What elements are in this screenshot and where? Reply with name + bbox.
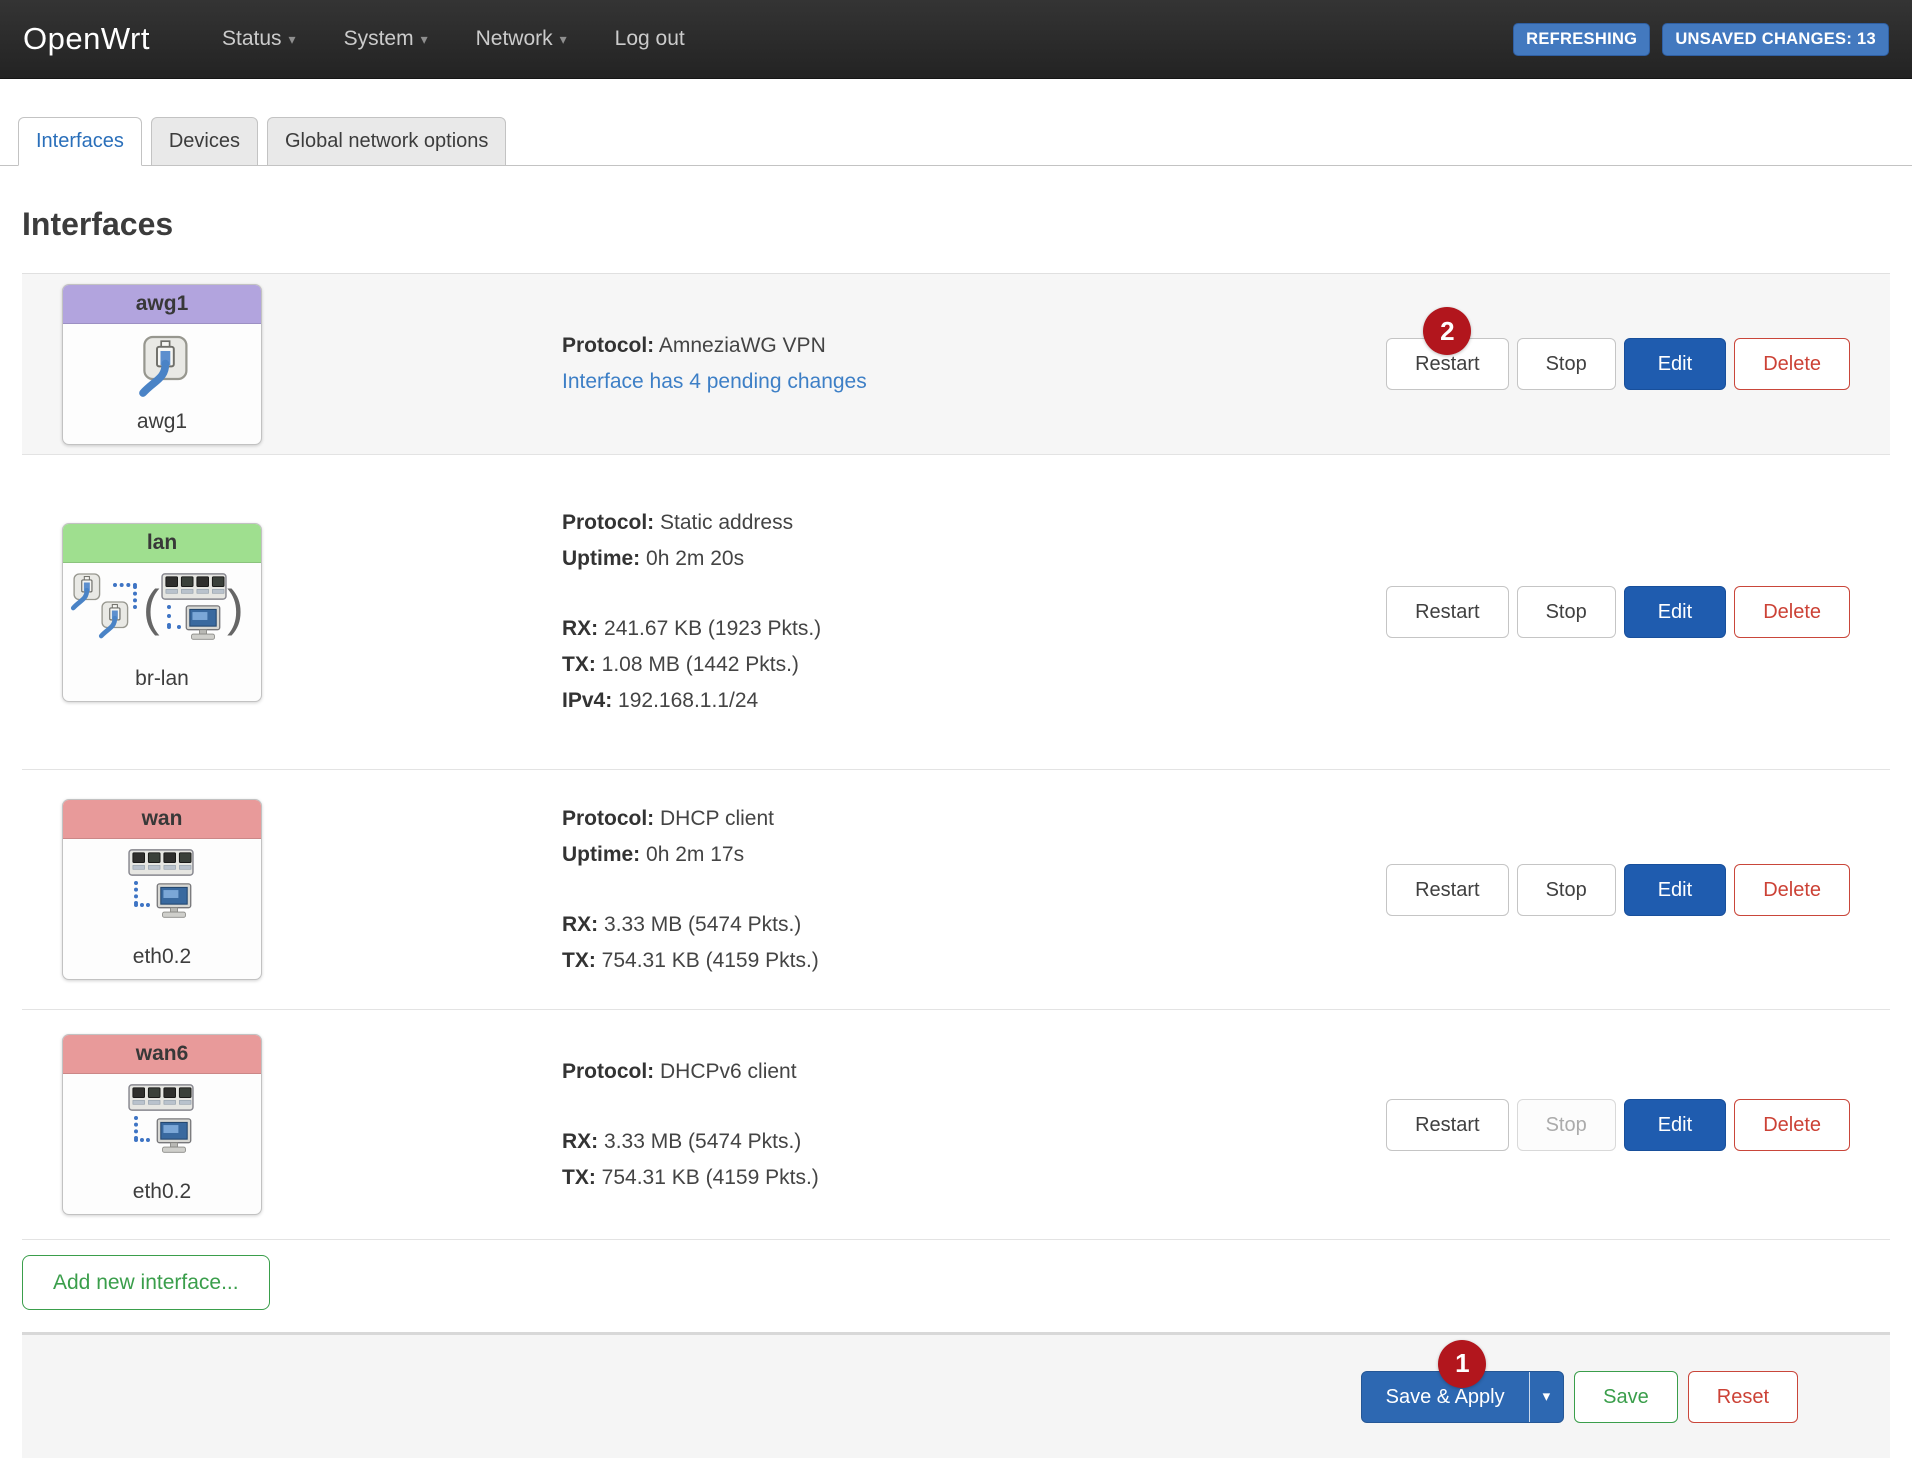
reset-button[interactable]: Reset bbox=[1688, 1371, 1798, 1423]
tunnel-icon bbox=[132, 332, 192, 406]
delete-button[interactable]: Delete bbox=[1734, 1099, 1850, 1151]
interface-box-awg1: awg1 awg1 bbox=[62, 284, 262, 445]
tx-line: TX: 754.31 KB (4159 Pkts.) bbox=[562, 943, 1330, 979]
tab-interfaces[interactable]: Interfaces bbox=[18, 117, 142, 166]
edit-button[interactable]: Edit bbox=[1624, 864, 1726, 916]
footer-action-bar: 1 Save & Apply ▾ Save Reset bbox=[22, 1332, 1890, 1458]
nav-item-status[interactable]: Status ▾ bbox=[222, 27, 296, 51]
delete-button[interactable]: Delete bbox=[1734, 864, 1850, 916]
interface-row-wan6: wan6 eth0.2 Protocol: DHCPv6 client RX: … bbox=[22, 1009, 1890, 1239]
main-menu: Status ▾ System ▾ Network ▾ Log out bbox=[222, 27, 685, 51]
rx-line: RX: 3.33 MB (5474 Pkts.) bbox=[562, 907, 1330, 943]
section-tabs: Interfaces Devices Global network option… bbox=[0, 117, 1912, 166]
restart-button[interactable]: Restart bbox=[1386, 586, 1508, 638]
interface-row-wan: wan eth0.2 Protocol: DHCP client Uptime:… bbox=[22, 769, 1890, 1009]
device-label: eth0.2 bbox=[67, 1180, 257, 1204]
ipv4-line: IPv4: 192.168.1.1/24 bbox=[562, 683, 1330, 719]
pending-changes-link[interactable]: Interface has 4 pending changes bbox=[562, 370, 867, 393]
interface-box-lan: lan ( ) br-lan bbox=[62, 523, 262, 702]
computer-icon bbox=[152, 883, 196, 920]
save-button[interactable]: Save bbox=[1574, 1371, 1678, 1423]
rx-line: RX: 241.67 KB (1923 Pkts.) bbox=[562, 611, 1330, 647]
stop-button[interactable]: Stop bbox=[1517, 864, 1616, 916]
bridge-icon: ( ) bbox=[67, 571, 257, 663]
computer-icon bbox=[181, 605, 225, 642]
tab-global-network-options[interactable]: Global network options bbox=[267, 117, 506, 166]
tab-devices[interactable]: Devices bbox=[151, 117, 258, 166]
protocol-line: Protocol: Static address bbox=[562, 505, 1330, 541]
page-title: Interfaces bbox=[22, 206, 1890, 243]
stop-button[interactable]: Stop bbox=[1517, 1099, 1616, 1151]
uptime-line: Uptime: 0h 2m 17s bbox=[562, 837, 1330, 873]
uptime-line: Uptime: 0h 2m 20s bbox=[562, 541, 1330, 577]
bracket-close: ) bbox=[227, 583, 244, 633]
switch-icon bbox=[128, 1082, 194, 1113]
interface-name-header: lan bbox=[63, 524, 261, 563]
device-label: awg1 bbox=[67, 410, 257, 434]
edit-button[interactable]: Edit bbox=[1624, 586, 1726, 638]
protocol-line: Protocol: DHCPv6 client bbox=[562, 1054, 1330, 1090]
computer-icon bbox=[152, 1118, 196, 1155]
interface-box-wan: wan eth0.2 bbox=[62, 799, 262, 980]
add-interface-button[interactable]: Add new interface... bbox=[22, 1255, 270, 1310]
restart-button[interactable]: Restart bbox=[1386, 864, 1508, 916]
save-apply-count-badge: 1 bbox=[1438, 1340, 1486, 1388]
nav-item-system[interactable]: System ▾ bbox=[344, 27, 428, 51]
interface-name-header: wan6 bbox=[63, 1035, 261, 1074]
ethernet-port-icon bbox=[97, 599, 131, 639]
switch-icon bbox=[161, 571, 227, 602]
restart-count-badge: 2 bbox=[1423, 307, 1471, 355]
rx-line: RX: 3.33 MB (5474 Pkts.) bbox=[562, 1124, 1330, 1160]
chevron-down-icon: ▾ bbox=[289, 32, 296, 46]
interfaces-table: awg1 awg1 Protocol: AmneziaWG VPN Interf… bbox=[22, 273, 1890, 1240]
stop-button[interactable]: Stop bbox=[1517, 338, 1616, 390]
top-navbar: OpenWrt Status ▾ System ▾ Network ▾ Log … bbox=[0, 0, 1912, 79]
chevron-down-icon: ▾ bbox=[421, 32, 428, 46]
interface-row-lan: lan ( ) br-lan bbox=[22, 454, 1890, 769]
openwrt-logo[interactable]: OpenWrt bbox=[23, 21, 150, 57]
interface-name-header: wan bbox=[63, 800, 261, 839]
switch-to-pc-icon bbox=[92, 1082, 232, 1176]
nav-item-logout[interactable]: Log out bbox=[615, 27, 685, 51]
tx-line: TX: 1.08 MB (1442 Pkts.) bbox=[562, 647, 1330, 683]
interface-box-wan6: wan6 eth0.2 bbox=[62, 1034, 262, 1215]
restart-button[interactable]: Restart bbox=[1386, 1099, 1508, 1151]
protocol-line: Protocol: DHCP client bbox=[562, 801, 1330, 837]
chevron-down-icon: ▾ bbox=[560, 32, 567, 46]
device-label: eth0.2 bbox=[67, 945, 257, 969]
switch-to-pc-icon bbox=[92, 847, 232, 941]
chevron-down-icon: ▾ bbox=[1543, 1389, 1551, 1404]
delete-button[interactable]: Delete bbox=[1734, 338, 1850, 390]
bracket-open: ( bbox=[143, 583, 160, 633]
refreshing-badge[interactable]: REFRESHING bbox=[1513, 23, 1650, 56]
delete-button[interactable]: Delete bbox=[1734, 586, 1850, 638]
interface-name-header: awg1 bbox=[63, 285, 261, 324]
nav-item-network[interactable]: Network ▾ bbox=[476, 27, 567, 51]
tx-line: TX: 754.31 KB (4159 Pkts.) bbox=[562, 1160, 1330, 1196]
device-label: br-lan bbox=[67, 667, 257, 691]
unsaved-changes-badge[interactable]: UNSAVED CHANGES: 13 bbox=[1662, 23, 1889, 56]
interface-row-awg1: awg1 awg1 Protocol: AmneziaWG VPN Interf… bbox=[22, 274, 1890, 454]
edit-button[interactable]: Edit bbox=[1624, 338, 1726, 390]
edit-button[interactable]: Edit bbox=[1624, 1099, 1726, 1151]
stop-button[interactable]: Stop bbox=[1517, 586, 1616, 638]
protocol-line: Protocol: AmneziaWG VPN bbox=[562, 328, 1330, 364]
switch-icon bbox=[128, 847, 194, 878]
save-apply-dropdown[interactable]: ▾ bbox=[1529, 1372, 1564, 1422]
